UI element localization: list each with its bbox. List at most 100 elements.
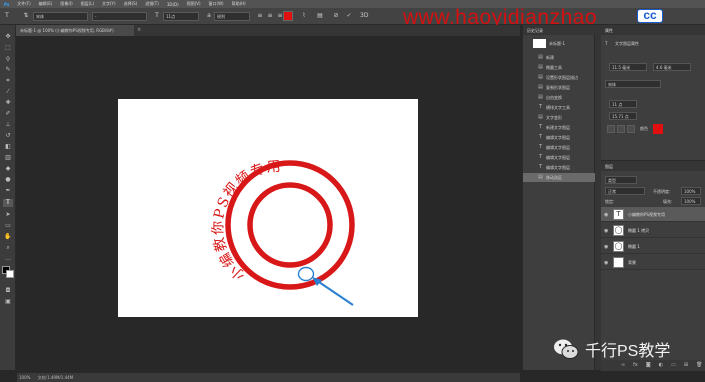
document-canvas[interactable]: 小编教你PS视频专用 — [118, 99, 418, 317]
visibility-eye-icon[interactable]: ◉ — [604, 260, 608, 266]
history-item[interactable]: ▤ 设置形状图层描边 — [523, 73, 595, 82]
properties-panel-title[interactable]: 属性 — [601, 25, 705, 35]
layer-row[interactable]: ◉ 背景 — [601, 255, 705, 270]
pen-tool-icon[interactable]: ✒ — [3, 187, 13, 195]
layer-row-active[interactable]: ◉ T 小编教你PS视频专用 — [601, 207, 705, 222]
menu-view[interactable]: 视图(V) — [187, 1, 201, 7]
align-center-icon[interactable]: ≡ — [266, 12, 274, 20]
font-family-select[interactable]: 宋体 — [33, 12, 88, 21]
visibility-eye-icon[interactable]: ◉ — [604, 212, 608, 218]
menu-layer[interactable]: 图层(L) — [81, 1, 94, 7]
menu-help[interactable]: 帮助(H) — [232, 1, 246, 7]
gradient-tool-icon[interactable]: ▥ — [3, 154, 13, 162]
font-style-select[interactable]: - — [92, 12, 147, 21]
eraser-tool-icon[interactable]: ◧ — [3, 143, 13, 151]
width-field[interactable]: 11.5 毫米 — [609, 63, 647, 71]
visibility-eye-icon[interactable]: ◉ — [604, 244, 608, 250]
add-mask-icon[interactable]: ◙ — [646, 362, 651, 369]
warp-text-icon[interactable]: ⌇ — [300, 12, 308, 20]
align-center-button[interactable] — [617, 125, 625, 133]
height-field[interactable]: 4.6 毫米 — [653, 63, 691, 71]
menu-type[interactable]: 文字(Y) — [102, 1, 116, 7]
canvas-workspace[interactable]: 小编教你PS视频专用 — [17, 36, 520, 370]
hand-tool-icon[interactable]: ✋ — [3, 233, 13, 241]
menu-filter[interactable]: 滤镜(T) — [145, 1, 159, 7]
cancel-icon[interactable]: ⊘ — [332, 12, 340, 20]
3d-icon[interactable]: 3D — [360, 12, 368, 20]
menu-edit[interactable]: 编辑(E) — [39, 1, 53, 7]
history-item[interactable]: T 编辑文字图层 — [523, 153, 595, 162]
menu-file[interactable]: 文件(F) — [17, 1, 30, 7]
properties-color-swatch[interactable] — [653, 124, 663, 134]
zoom-level[interactable]: 100% — [19, 375, 30, 380]
history-item[interactable]: ▤ 复制形状图层 — [523, 83, 595, 92]
layer-filter-select[interactable]: 类型 — [605, 176, 637, 184]
properties-font-size-field[interactable]: 11 点 — [609, 100, 637, 108]
align-right-button[interactable] — [627, 125, 635, 133]
blur-tool-icon[interactable]: ◆ — [3, 165, 13, 173]
type-tool-icon[interactable]: T — [3, 199, 13, 207]
dodge-tool-icon[interactable]: ● — [3, 176, 13, 184]
lasso-tool-icon[interactable]: ϙ — [3, 55, 13, 63]
menu-select[interactable]: 选择(S) — [124, 1, 138, 7]
history-item[interactable]: T 横排文字工具 — [523, 103, 595, 112]
blend-mode-select[interactable]: 正常 — [605, 187, 645, 195]
delete-layer-icon[interactable]: 🗑 — [696, 362, 702, 369]
history-item[interactable]: T 编辑文字图层 — [523, 143, 595, 152]
align-left-icon[interactable]: ≡ — [256, 12, 264, 20]
link-layers-icon[interactable]: ∞ — [621, 362, 625, 369]
quick-mask-icon[interactable]: ◘ — [3, 287, 13, 295]
more-tools-icon[interactable]: … — [3, 255, 13, 263]
menu-window[interactable]: 窗口(W) — [209, 1, 224, 7]
visibility-eye-icon[interactable]: ◉ — [604, 228, 608, 234]
opacity-field[interactable]: 100% — [681, 187, 701, 195]
healing-tool-icon[interactable]: ✚ — [3, 99, 13, 107]
fill-field[interactable]: 100% — [681, 197, 701, 205]
screen-mode-icon[interactable]: ▣ — [3, 298, 13, 306]
layer-row[interactable]: ◉ ◯ 椭圆 1 — [601, 239, 705, 254]
character-panel-icon[interactable]: ▤ — [316, 12, 324, 20]
eyedropper-tool-icon[interactable]: ⁄ — [3, 88, 13, 96]
properties-tracking-field[interactable]: 15.71 点 — [609, 112, 637, 120]
document-tab[interactable]: 未标题-1 @ 100% (小编教你PS视频专用, RGB/8#) — [16, 25, 134, 36]
path-select-tool-icon[interactable]: ➤ — [3, 211, 13, 219]
menu-image[interactable]: 图像(I) — [60, 1, 72, 7]
marquee-tool-icon[interactable]: ⬚ — [3, 44, 13, 52]
adjustment-layer-icon[interactable]: ◐ — [659, 362, 663, 369]
type-tool-icon[interactable]: T — [3, 12, 11, 20]
new-layer-icon[interactable]: ⊞ — [684, 362, 688, 369]
brush-tool-icon[interactable]: ✐ — [3, 110, 13, 118]
history-snapshot[interactable]: 未标题-1 — [527, 38, 591, 49]
history-item[interactable]: ▤ 文字变形 — [523, 113, 595, 122]
anti-alias-select[interactable]: 锐利 — [214, 12, 250, 21]
history-brush-tool-icon[interactable]: ↺ — [3, 132, 13, 140]
new-group-icon[interactable]: ▭ — [671, 362, 676, 369]
zoom-tool-icon[interactable]: ⌕ — [3, 244, 13, 252]
font-size-select[interactable]: 11点 — [163, 12, 199, 21]
orientation-toggle-icon[interactable]: ⇅ — [22, 12, 30, 20]
layers-panel-title[interactable]: 图层 — [601, 161, 705, 171]
text-color-swatch[interactable] — [283, 11, 293, 21]
menu-ps-logo[interactable]: Ps — [4, 2, 9, 7]
menu-3d[interactable]: 3D(D) — [167, 2, 179, 7]
background-color-swatch[interactable] — [6, 270, 14, 278]
layer-style-icon[interactable]: fx — [633, 362, 638, 369]
history-item[interactable]: T 编辑文字图层 — [523, 163, 595, 172]
move-tool-icon[interactable]: ✥ — [3, 33, 13, 41]
history-item[interactable]: T 编辑文字图层 — [523, 133, 595, 142]
commit-icon[interactable]: ✓ — [345, 12, 353, 20]
clone-stamp-tool-icon[interactable]: ⊥ — [3, 121, 13, 129]
layer-row[interactable]: ◉ ◯ 椭圆 1 拷贝 — [601, 223, 705, 238]
align-left-button[interactable] — [607, 125, 615, 133]
properties-font-field[interactable]: 宋体 — [605, 80, 661, 88]
history-item-active[interactable]: ▤ 移动选区 — [523, 173, 595, 182]
history-panel-title[interactable]: 历史记录 — [523, 25, 595, 35]
quick-select-tool-icon[interactable]: ✎ — [3, 66, 13, 74]
shape-tool-icon[interactable]: ▭ — [3, 222, 13, 230]
history-item[interactable]: ▤ 椭圆工具 — [523, 63, 595, 72]
crop-tool-icon[interactable]: ⌗ — [3, 77, 13, 85]
close-tab-icon[interactable]: × — [137, 27, 141, 33]
history-item[interactable]: T 新建文字图层 — [523, 123, 595, 132]
history-item[interactable]: ▤ 新建 — [523, 53, 595, 62]
history-item[interactable]: ▤ 自由变换 — [523, 93, 595, 102]
